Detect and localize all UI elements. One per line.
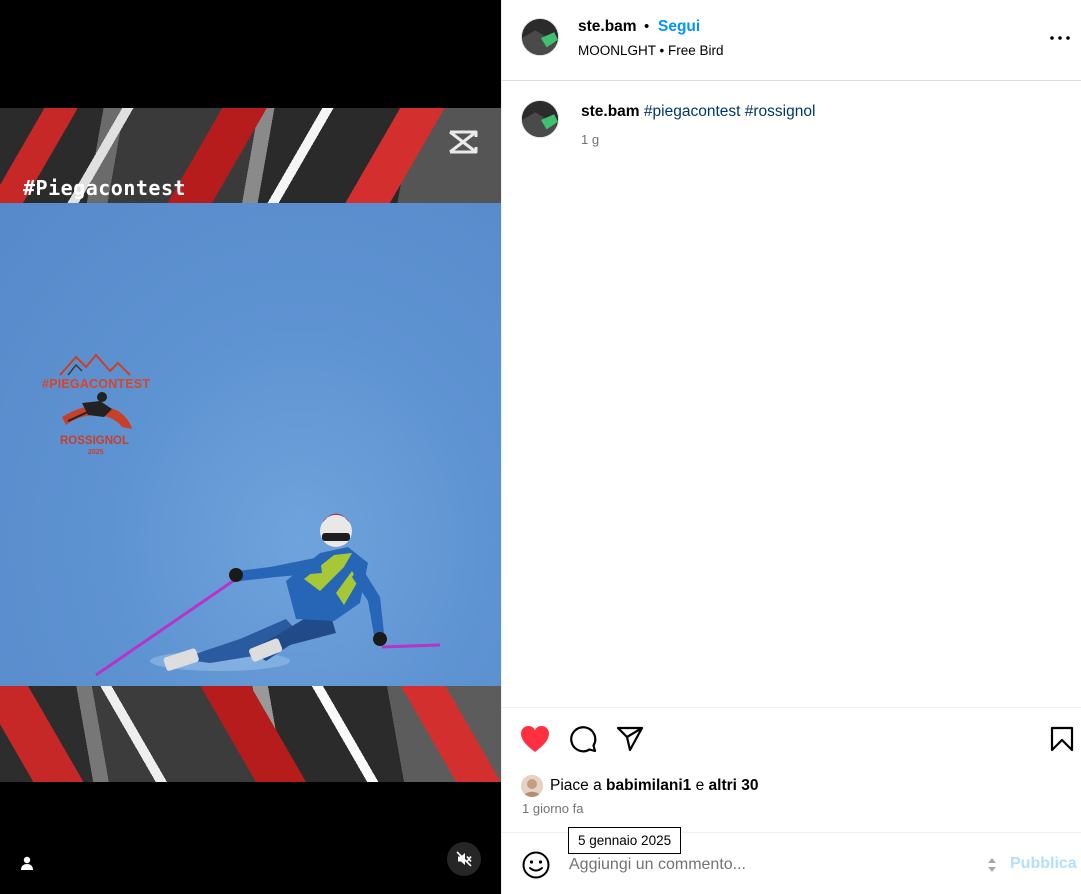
emoji-icon[interactable] bbox=[521, 850, 551, 880]
ski-slope-scene: #PIEGACONTEST ROSSIGNOL 2025 bbox=[0, 203, 501, 686]
post-header: ste.bam • Segui MOONLGHT • Free Bird bbox=[502, 0, 1081, 81]
post-detail-panel: ste.bam • Segui MOONLGHT • Free Bird ste… bbox=[501, 0, 1081, 894]
bookmark-icon[interactable] bbox=[1047, 724, 1077, 754]
sort-icon[interactable] bbox=[986, 855, 998, 875]
likes-username[interactable]: babimilani1 bbox=[606, 777, 691, 795]
likes-connector: e bbox=[695, 777, 705, 794]
capcut-logo-icon bbox=[449, 130, 478, 154]
follow-button[interactable]: Segui bbox=[658, 18, 700, 36]
share-icon[interactable] bbox=[615, 724, 645, 754]
banner-bottom bbox=[0, 686, 501, 782]
likes-others[interactable]: altri 30 bbox=[709, 777, 759, 795]
date-tooltip: 5 gennaio 2025 bbox=[568, 827, 682, 854]
publish-button[interactable]: Pubblica bbox=[1010, 855, 1077, 873]
more-options-icon[interactable] bbox=[1048, 26, 1072, 50]
logo-brand-text: ROSSIGNOL bbox=[60, 435, 130, 447]
logo-hashtag-text: #PIEGACONTEST bbox=[42, 377, 151, 391]
person-icon[interactable] bbox=[16, 852, 38, 874]
speaker-muted-icon[interactable] bbox=[447, 842, 481, 876]
header-username[interactable]: ste.bam bbox=[578, 18, 637, 36]
heart-filled-icon[interactable] bbox=[520, 724, 550, 754]
post-media[interactable]: #Piegacontest #PIEGACONTEST ROSSIGNOL 20… bbox=[0, 0, 501, 894]
audio-track-link[interactable]: MOONLGHT • Free Bird bbox=[578, 43, 724, 58]
logo-year-text: 2025 bbox=[88, 449, 104, 456]
skier-figure bbox=[95, 513, 441, 677]
caption-username[interactable]: ste.bam bbox=[581, 103, 640, 120]
likes-summary[interactable]: Piace a babimilani1 e altri 30 bbox=[521, 774, 759, 798]
piegacontest-logo: #PIEGACONTEST ROSSIGNOL 2025 bbox=[38, 351, 160, 461]
likes-prefix: Piace a bbox=[550, 777, 602, 794]
header-separator: • bbox=[644, 18, 650, 35]
caption-timestamp: 1 g bbox=[581, 132, 600, 147]
comment-input[interactable] bbox=[569, 853, 959, 877]
video-hashtag-overlay: #Piegacontest bbox=[23, 176, 187, 200]
avatar[interactable] bbox=[521, 100, 559, 138]
comment-icon[interactable] bbox=[568, 724, 598, 754]
avatar[interactable] bbox=[521, 775, 543, 797]
caption-hashtags[interactable]: #piegacontest #rossignol bbox=[644, 103, 815, 120]
post-time-ago[interactable]: 1 giorno fa bbox=[522, 801, 583, 816]
video-frame[interactable]: #Piegacontest #PIEGACONTEST ROSSIGNOL 20… bbox=[0, 108, 501, 782]
post-actions: Piace a babimilani1 e altri 30 1 giorno … bbox=[502, 707, 1081, 831]
caption-text: ste.bam #piegacontest #rossignol bbox=[581, 103, 815, 121]
avatar[interactable] bbox=[521, 18, 559, 56]
banner-top: #Piegacontest bbox=[0, 108, 501, 203]
